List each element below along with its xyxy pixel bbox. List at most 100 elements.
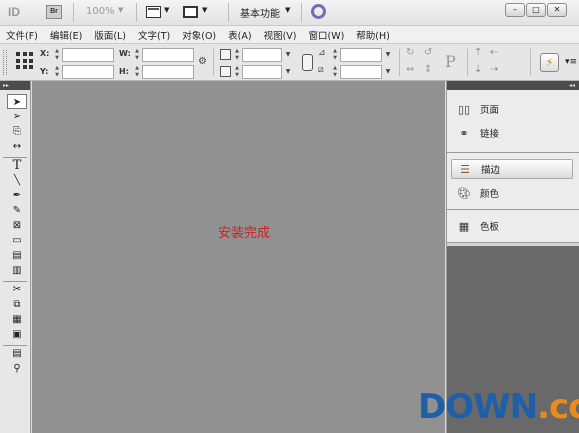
rotate-ccw-icon[interactable]: ↺ — [424, 47, 432, 58]
menu-type[interactable]: 文字(T) — [138, 28, 170, 42]
scale-x-field[interactable] — [242, 48, 282, 62]
pen-tool-icon[interactable]: ✒ — [7, 188, 27, 203]
shear-spinner[interactable]: ▲ ▼ — [332, 65, 338, 79]
rotate-cw-icon[interactable]: ↻ — [406, 47, 414, 58]
type-tool-icon[interactable]: T — [7, 158, 27, 173]
w-field[interactable] — [142, 48, 194, 62]
panel-menu-icon[interactable]: ▾≡ — [565, 57, 577, 67]
shear-field[interactable] — [340, 65, 382, 79]
w-label: W: — [119, 49, 131, 58]
flip-horizontal-icon[interactable]: ⇔ — [406, 64, 414, 75]
select-content-icon[interactable]: ⇣ — [474, 64, 482, 75]
scale-y-field[interactable] — [242, 65, 282, 79]
menu-edit[interactable]: 编辑(E) — [50, 28, 82, 42]
y-field[interactable] — [62, 65, 114, 79]
scale-x-spinner[interactable]: ▲ ▼ — [234, 48, 240, 62]
direct-selection-tool-icon[interactable]: ➢ — [7, 109, 27, 124]
menu-layout[interactable]: 版面(L) — [94, 28, 126, 42]
rectangle-tool-icon[interactable]: ▭ — [7, 233, 27, 248]
menu-view[interactable]: 视图(V) — [264, 28, 297, 42]
menu-bar: 文件(F) 编辑(E) 版面(L) 文字(T) 对象(O) 表(A) 视图(V)… — [0, 26, 579, 44]
links-icon: ⚭ — [459, 126, 469, 140]
select-container-icon[interactable]: ⇡ — [474, 47, 482, 58]
panel-tab-stroke[interactable]: ☰ 描边 — [447, 157, 579, 181]
document-canvas[interactable] — [32, 81, 445, 433]
panel-label-swatches: 色板 — [480, 222, 500, 233]
install-complete-message: 安装完成 — [218, 226, 271, 241]
flip-indicator-icon: P — [445, 52, 456, 71]
rectangle-frame-tool-icon[interactable]: ⊠ — [7, 218, 27, 233]
gradient-swatch-tool-icon[interactable]: ▦ — [7, 312, 27, 327]
app-logo: ID — [8, 5, 20, 19]
panel-label-stroke: 描边 — [481, 165, 501, 176]
menu-help[interactable]: 帮助(H) — [356, 28, 390, 42]
x-field[interactable] — [62, 48, 114, 62]
select-next-icon[interactable]: ⇢ — [490, 64, 498, 75]
h-field[interactable] — [142, 65, 194, 79]
tools-panel-collapse-icon[interactable]: ▸▸ — [0, 81, 30, 90]
watermark-down-text: DOWN — [418, 387, 538, 427]
view-options-arrow-icon[interactable]: ▼ — [164, 6, 169, 14]
control-grip-handle[interactable] — [3, 50, 7, 75]
toolbar-divider — [73, 3, 74, 22]
reference-point-icon[interactable] — [16, 52, 34, 70]
panel-group-stroke-color: ☰ 描边 🎨︎ 颜色 — [447, 153, 579, 210]
constrain-proportions-icon[interactable]: ⚙ — [198, 56, 207, 67]
scale-y-dropdown-icon[interactable]: ▼ — [282, 65, 294, 79]
eyedropper-tool-icon[interactable]: ⚲ — [7, 361, 27, 376]
workspace-arrow-icon[interactable]: ▼ — [285, 6, 290, 14]
control-divider — [213, 49, 214, 76]
constrain-scale-icon[interactable] — [302, 54, 313, 71]
screen-mode-arrow-icon[interactable]: ▼ — [202, 6, 207, 14]
h-spinner[interactable]: ▲ ▼ — [134, 65, 140, 79]
page-tool-icon[interactable]: ⎘ — [7, 124, 27, 139]
panel-tab-links[interactable]: ⚭ 链接 — [447, 121, 579, 145]
control-panel: X: ▲ ▼ Y: ▲ ▼ W: ▲ ▼ H: ▲ ▼ ⚙ ▲ ▼ ▼ ▲ ▼ ▼ ⊿ ▲ ▼… — [0, 44, 579, 81]
rotate-dropdown-icon[interactable]: ▼ — [382, 48, 394, 62]
workspace-switcher[interactable]: 基本功能 — [240, 5, 280, 20]
screen-mode-icon[interactable] — [183, 6, 198, 18]
panel-dock-collapse-icon[interactable]: ◂◂ — [447, 81, 579, 90]
scale-x-dropdown-icon[interactable]: ▼ — [282, 48, 294, 62]
control-divider — [399, 49, 400, 76]
pencil-tool-icon[interactable]: ✎ — [7, 203, 27, 218]
flip-vertical-icon[interactable]: ⇕ — [424, 64, 432, 75]
rotate-spinner[interactable]: ▲ ▼ — [332, 48, 338, 62]
y-spinner[interactable]: ▲ ▼ — [54, 65, 60, 79]
maximize-button[interactable]: □ — [526, 3, 546, 17]
selection-tool-icon[interactable]: ➤ — [7, 94, 27, 109]
view-options-icon[interactable] — [146, 6, 161, 18]
shear-dropdown-icon[interactable]: ▼ — [382, 65, 394, 79]
menu-file[interactable]: 文件(F) — [6, 28, 38, 42]
free-transform-tool-icon[interactable]: ⧉ — [7, 297, 27, 312]
horizontal-grid-tool-icon[interactable]: ▤ — [7, 248, 27, 263]
x-spinner[interactable]: ▲ ▼ — [54, 48, 60, 62]
menu-object[interactable]: 对象(O) — [182, 28, 216, 42]
rotate-field[interactable] — [340, 48, 382, 62]
panel-tab-pages[interactable]: ▯▯ 页面 — [447, 97, 579, 121]
note-tool-icon[interactable]: ▤ — [7, 346, 27, 361]
scale-x-icon — [220, 49, 231, 60]
gradient-feather-tool-icon[interactable]: ▣ — [7, 327, 27, 342]
minimize-button[interactable]: – — [505, 3, 525, 17]
select-previous-icon[interactable]: ⇠ — [490, 47, 498, 58]
bridge-button[interactable]: Br — [46, 5, 62, 19]
w-spinner[interactable]: ▲ ▼ — [134, 48, 140, 62]
scissors-tool-icon[interactable]: ✂ — [7, 282, 27, 297]
menu-window[interactable]: 窗口(W) — [308, 28, 344, 42]
scale-y-spinner[interactable]: ▲ ▼ — [234, 65, 240, 79]
gap-tool-icon[interactable]: ↔ — [7, 139, 27, 154]
zoom-dropdown-arrow-icon[interactable]: ▼ — [118, 6, 123, 14]
lightning-icon[interactable]: ⚡ — [540, 53, 559, 72]
line-tool-icon[interactable]: ╲ — [7, 173, 27, 188]
color-icon: 🎨︎ — [457, 186, 471, 200]
zoom-level[interactable]: 100% — [86, 6, 115, 17]
x-label: X: — [40, 49, 50, 58]
panel-group-pages-links: ▯▯ 页面 ⚭ 链接 — [447, 90, 579, 153]
close-button[interactable]: ✕ — [547, 3, 567, 17]
panel-tab-swatches[interactable]: ▦ 色板 — [447, 214, 579, 238]
panel-tab-color[interactable]: 🎨︎ 颜色 — [447, 181, 579, 205]
community-circle-icon[interactable] — [311, 4, 326, 19]
menu-table[interactable]: 表(A) — [228, 28, 251, 42]
vertical-grid-tool-icon[interactable]: ▥ — [7, 263, 27, 278]
